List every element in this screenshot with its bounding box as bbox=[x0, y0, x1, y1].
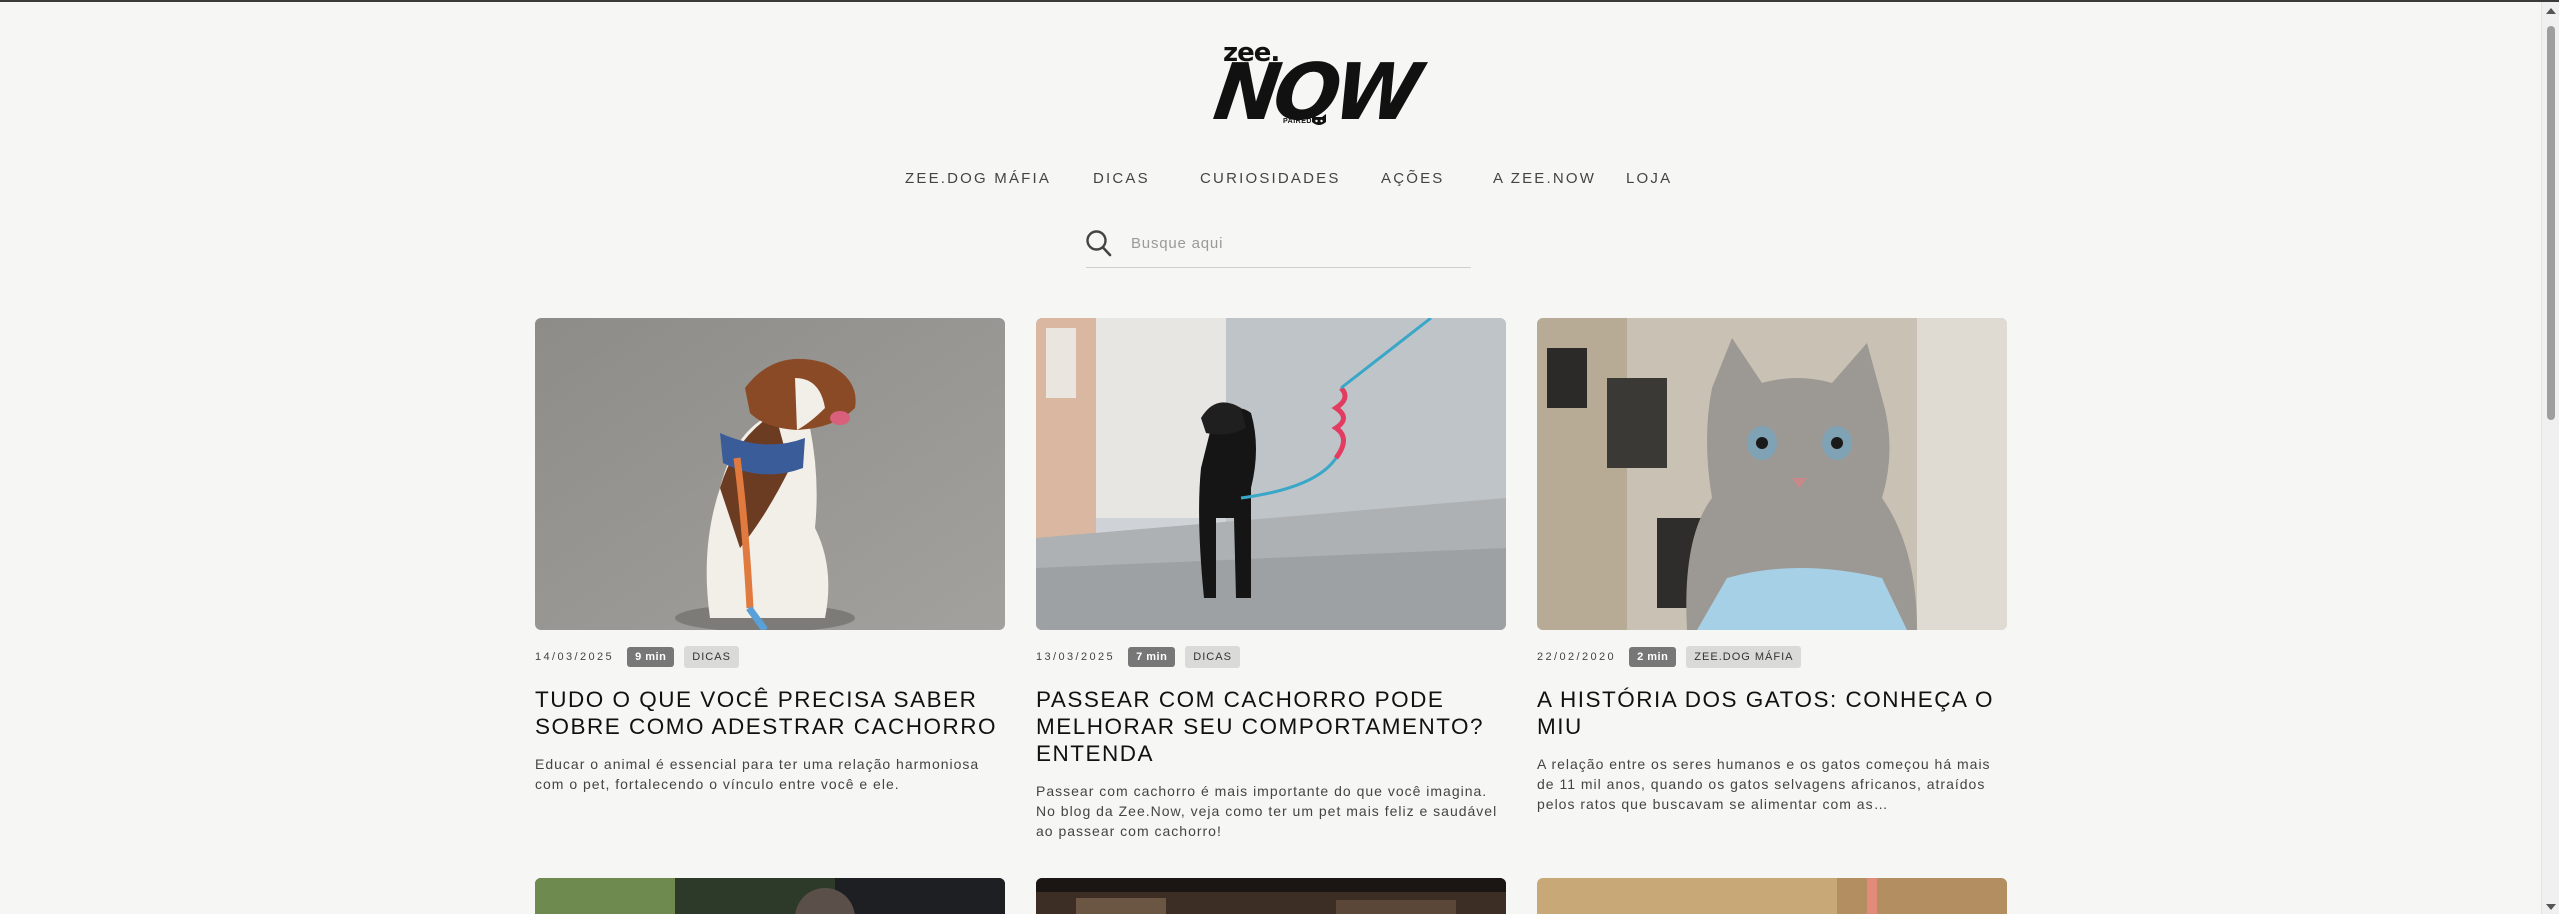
category-badge[interactable]: DICAS bbox=[684, 646, 739, 668]
post-image[interactable] bbox=[1036, 318, 1506, 630]
post-date: 22/02/2020 bbox=[1537, 651, 1617, 663]
search-bar bbox=[1086, 224, 1471, 268]
post-excerpt: A relação entre os seres humanos e os ga… bbox=[1537, 756, 1991, 812]
post-title[interactable]: TUDO O QUE VOCÊ PRECISA SABER SOBRE COMO… bbox=[535, 686, 1005, 740]
post-date: 14/03/2025 bbox=[535, 651, 615, 663]
post-meta: 13/03/2025 7 min DICAS bbox=[1036, 645, 1506, 669]
post-image[interactable] bbox=[1537, 318, 2007, 630]
read-time-badge: 7 min bbox=[1128, 647, 1176, 667]
post-image[interactable] bbox=[1537, 878, 2007, 914]
post-date: 13/03/2025 bbox=[1036, 651, 1116, 663]
nav-item-a-zeenow[interactable]: A ZEE.NOW bbox=[1493, 170, 1596, 187]
post-card[interactable] bbox=[1036, 878, 1506, 914]
nav-item-loja[interactable]: LOJA bbox=[1626, 170, 1672, 187]
nav-item-acoes[interactable]: AÇÕES bbox=[1381, 170, 1445, 187]
main-navigation: ZEE.DOG MÁFIA DICAS CURIOSIDADES AÇÕES A… bbox=[0, 170, 2559, 196]
read-time-badge: 9 min bbox=[627, 647, 675, 667]
post-excerpt: Passear com cachorro é mais importante d… bbox=[1036, 783, 1498, 839]
post-excerpt: Educar o animal é essencial para ter uma… bbox=[535, 756, 980, 792]
category-badge[interactable]: DICAS bbox=[1185, 646, 1240, 668]
post-image[interactable] bbox=[1036, 878, 1506, 914]
post-image[interactable] bbox=[535, 878, 1005, 914]
post-meta: 14/03/2025 9 min DICAS bbox=[535, 645, 1005, 669]
post-card[interactable]: 14/03/2025 9 min DICAS TUDO O QUE VOCÊ P… bbox=[535, 318, 1005, 794]
dog-head-icon bbox=[1312, 114, 1326, 125]
search-icon[interactable] bbox=[1086, 229, 1112, 257]
post-title[interactable]: PASSEAR COM CACHORRO PODE MELHORAR SEU C… bbox=[1036, 686, 1506, 767]
category-badge[interactable]: ZEE.DOG MÁFIA bbox=[1686, 646, 1802, 668]
post-card[interactable]: 13/03/2025 7 min DICAS PASSEAR COM CACHO… bbox=[1036, 318, 1506, 841]
brand-logo[interactable]: zee. NOW PAIRED BY bbox=[1209, 32, 1421, 142]
scroll-down-arrow-icon[interactable] bbox=[2546, 904, 2556, 910]
post-image[interactable] bbox=[535, 318, 1005, 630]
scroll-up-arrow-icon[interactable] bbox=[2546, 8, 2556, 14]
nav-item-dicas[interactable]: DICAS bbox=[1093, 170, 1150, 187]
read-time-badge: 2 min bbox=[1629, 647, 1677, 667]
post-title[interactable]: A HISTÓRIA DOS GATOS: CONHEÇA O MIU bbox=[1537, 686, 2007, 740]
post-card[interactable]: 22/02/2020 2 min ZEE.DOG MÁFIA A HISTÓRI… bbox=[1537, 318, 2007, 814]
nav-item-zeedog-mafia[interactable]: ZEE.DOG MÁFIA bbox=[905, 170, 1051, 187]
nav-item-curiosidades[interactable]: CURIOSIDADES bbox=[1200, 170, 1341, 187]
page-scrollbar[interactable] bbox=[2541, 2, 2559, 914]
search-input[interactable] bbox=[1131, 230, 1461, 256]
post-card[interactable] bbox=[1537, 878, 2007, 914]
post-card[interactable] bbox=[535, 878, 1005, 914]
post-meta: 22/02/2020 2 min ZEE.DOG MÁFIA bbox=[1537, 645, 2007, 669]
scrollbar-thumb[interactable] bbox=[2547, 26, 2555, 420]
